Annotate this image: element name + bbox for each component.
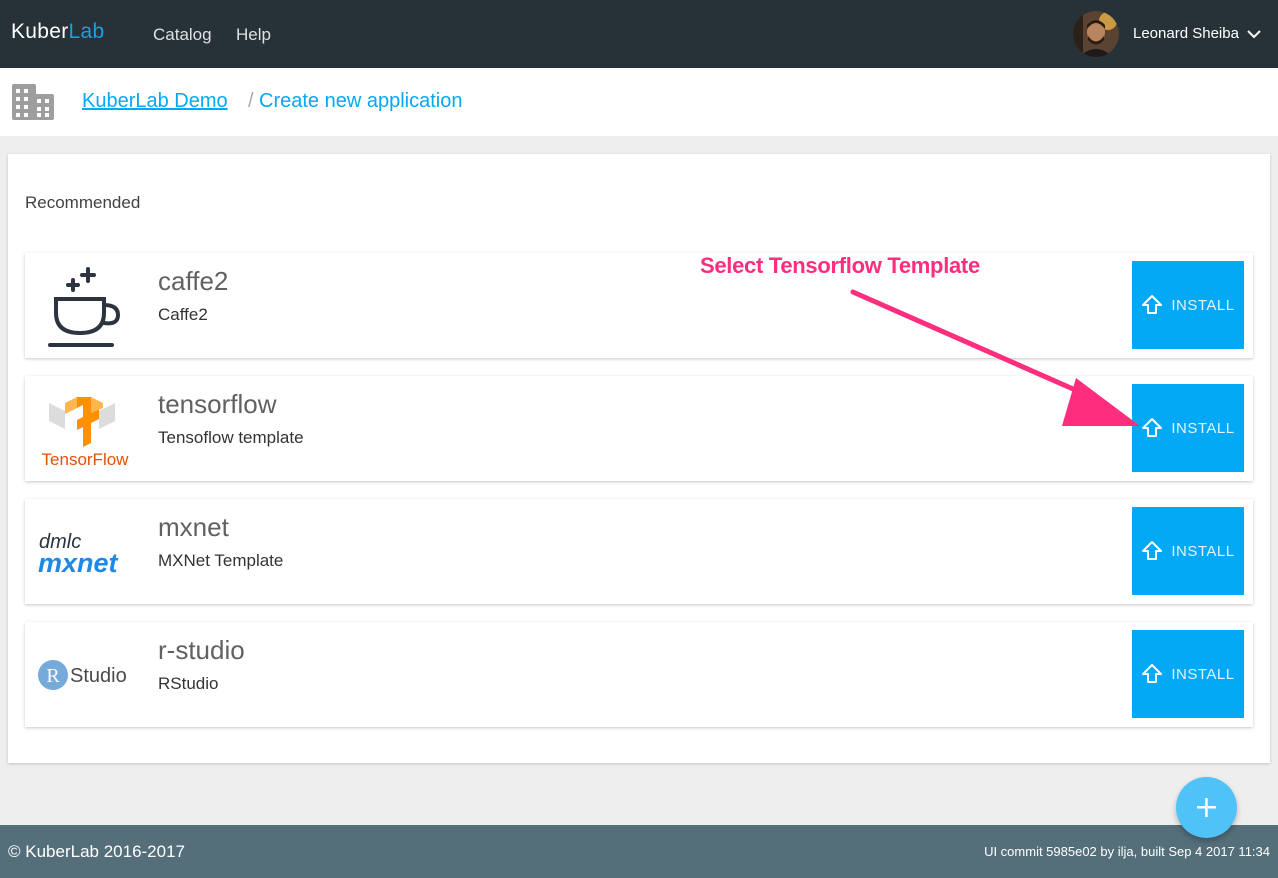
footer-build-info: UI commit 5985e02 by ilja, built Sep 4 2… xyxy=(984,844,1270,859)
nav-link-help[interactable]: Help xyxy=(236,25,271,45)
install-button-mxnet[interactable]: INSTALL xyxy=(1132,507,1244,595)
brand-prefix: Kuber xyxy=(11,20,69,43)
install-button-r-studio[interactable]: INSTALL xyxy=(1132,630,1244,718)
upload-arrow-icon xyxy=(1142,664,1163,683)
app-description: MXNet Template xyxy=(158,551,284,570)
breadcrumb: KuberLab Demo / Create new application xyxy=(0,68,1278,136)
tensorflow-logo-text: TensorFlow xyxy=(42,450,130,469)
app-row-r-studio: R Studio r-studio RStudio INSTALL xyxy=(25,622,1253,727)
mxnet-logo-bottom-text: mxnet xyxy=(38,548,119,578)
user-avatar[interactable] xyxy=(1073,11,1119,57)
rstudio-logo-text: Studio xyxy=(70,665,127,687)
app-description: RStudio xyxy=(158,674,219,693)
install-label: INSTALL xyxy=(1171,665,1235,683)
annotation-arrow-icon xyxy=(850,289,1140,426)
rstudio-logo: R Studio xyxy=(31,628,139,721)
brand-suffix: Lab xyxy=(68,20,105,43)
plus-icon: + xyxy=(1193,789,1220,825)
app-name: tensorflow xyxy=(158,389,277,419)
breadcrumb-org-link[interactable]: KuberLab Demo xyxy=(82,90,228,113)
mxnet-logo: dmlc mxnet xyxy=(31,505,139,598)
building-icon xyxy=(12,84,54,120)
rstudio-logo-letter: R xyxy=(46,665,60,687)
nav-link-catalog[interactable]: Catalog xyxy=(153,25,212,45)
annotation-callout: Select Tensorflow Template xyxy=(700,253,980,278)
app-name: mxnet xyxy=(158,512,229,542)
install-label: INSTALL xyxy=(1171,296,1235,314)
app-row-mxnet: dmlc mxnet mxnet MXNet Template INSTALL xyxy=(25,499,1253,604)
app-description: Tensoflow template xyxy=(158,428,304,447)
install-label: INSTALL xyxy=(1171,542,1235,560)
footer-copyright: © KuberLab 2016-2017 xyxy=(8,842,185,861)
tensorflow-logo: TensorFlow xyxy=(31,382,139,475)
app-description: Caffe2 xyxy=(158,305,208,324)
chevron-down-icon[interactable] xyxy=(1246,26,1262,42)
app-name: r-studio xyxy=(158,635,245,665)
section-title: Recommended xyxy=(25,193,141,212)
breadcrumb-current: Create new application xyxy=(259,90,463,112)
footer: © KuberLab 2016-2017 UI commit 5985e02 b… xyxy=(0,825,1278,878)
top-navbar: KuberLab Catalog Help Leonard Sheiba xyxy=(0,0,1278,68)
user-name[interactable]: Leonard Sheiba xyxy=(1133,25,1239,42)
coffee-cup-icon xyxy=(31,259,139,352)
brand-logo[interactable]: KuberLab xyxy=(11,20,105,44)
app-catalog-card: Recommended caffe2 Caffe2 INSTALL Tensor… xyxy=(8,154,1270,763)
breadcrumb-separator: / xyxy=(248,90,254,112)
app-name: caffe2 xyxy=(158,266,229,296)
install-label: INSTALL xyxy=(1171,419,1235,437)
upload-arrow-icon xyxy=(1142,541,1163,560)
add-application-button[interactable]: + xyxy=(1176,777,1237,838)
